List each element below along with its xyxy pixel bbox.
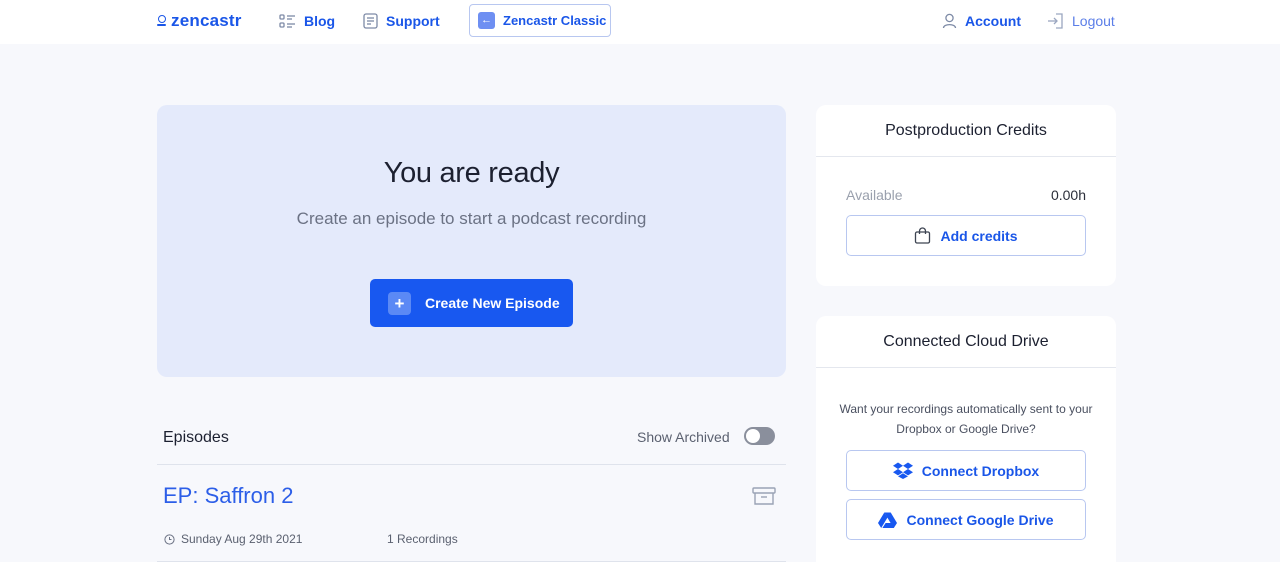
logo-text: zencastr [171, 11, 242, 30]
document-icon [363, 13, 378, 29]
list-icon [279, 13, 295, 28]
connect-dropbox-button[interactable]: Connect Dropbox [846, 450, 1086, 491]
shopping-bag-icon [915, 227, 931, 244]
nav-support-link[interactable]: Support [363, 10, 440, 32]
episode-date-text: Sunday Aug 29th 2021 [181, 532, 303, 546]
classic-label: Zencastr Classic [503, 13, 607, 28]
episode-date: Sunday Aug 29th 2021 [164, 531, 302, 547]
user-icon [942, 13, 957, 29]
show-archived-label: Show Archived [637, 429, 730, 445]
hero-title: You are ready [383, 157, 560, 189]
episode-title-link[interactable]: EP: Saffron 2 [163, 483, 293, 509]
create-new-episode-label: Create New Episode [425, 295, 560, 311]
google-drive-icon [878, 512, 898, 528]
nav-account-link[interactable]: Account [942, 10, 1021, 32]
nav-logout-link[interactable]: Logout [1047, 10, 1115, 32]
episode-recordings-count: 1 Recordings [387, 532, 458, 546]
arrow-left-icon: ← [478, 12, 495, 29]
toggle-knob [746, 429, 760, 443]
hero-panel: You are ready Create an episode to start… [157, 105, 786, 377]
nav-support-label: Support [386, 13, 440, 29]
nav-account-label: Account [965, 13, 1021, 29]
nav-blog-label: Blog [304, 13, 336, 29]
cloud-description: Want your recordings automatically sent … [839, 402, 1093, 436]
dropbox-icon [892, 462, 913, 479]
episodes-divider [157, 464, 786, 465]
cloud-card-title: Connected Cloud Drive [816, 316, 1116, 368]
show-archived-toggle[interactable] [744, 427, 775, 445]
connect-google-drive-button[interactable]: Connect Google Drive [846, 499, 1086, 540]
connected-cloud-drive-card: Connected Cloud Drive Want your recordin… [816, 316, 1116, 562]
logout-icon [1048, 13, 1063, 29]
create-new-episode-button[interactable]: + Create New Episode [370, 279, 573, 327]
credits-card-title: Postproduction Credits [816, 105, 1116, 157]
clock-icon [164, 533, 175, 545]
top-navigation-bar: zencastr Blog Support ← Zencastr Classic [0, 0, 1280, 44]
plus-icon: + [388, 291, 411, 315]
credits-available-value: 0.00h [1050, 187, 1086, 203]
credits-available-label: Available [846, 187, 903, 203]
add-credits-label: Add credits [940, 227, 1018, 244]
episodes-heading: Episodes [163, 429, 229, 446]
connect-dropbox-label: Connect Dropbox [921, 462, 1040, 479]
zencastr-logo[interactable]: zencastr [157, 10, 242, 32]
add-credits-button[interactable]: Add credits [846, 215, 1086, 256]
nav-blog-link[interactable]: Blog [279, 10, 335, 32]
nav-logout-label: Logout [1072, 13, 1115, 29]
credits-available-row: Available 0.00h [846, 187, 1086, 203]
postproduction-credits-card: Postproduction Credits Available 0.00h A… [816, 105, 1116, 286]
zencastr-logo-icon [157, 14, 166, 28]
connect-google-drive-label: Connect Google Drive [906, 511, 1054, 528]
hero-subtitle: Create an episode to start a podcast rec… [296, 209, 647, 228]
zencastr-classic-button[interactable]: ← Zencastr Classic [469, 4, 611, 37]
archive-box-icon[interactable] [752, 487, 776, 506]
